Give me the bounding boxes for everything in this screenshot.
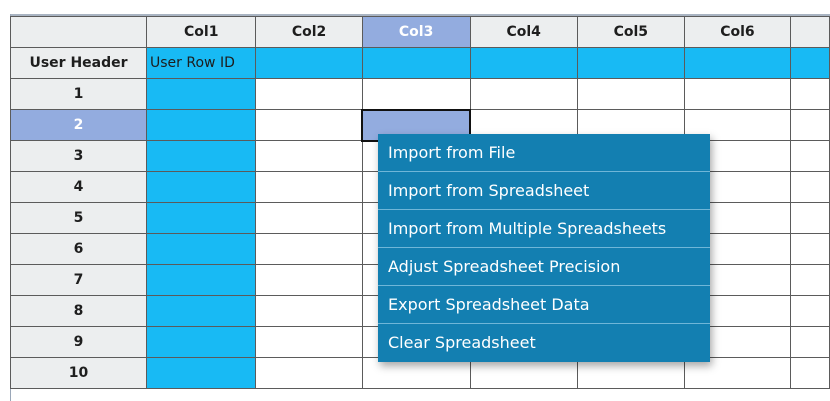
table-row: 1: [9, 78, 830, 110]
column-header-col7[interactable]: [789, 16, 830, 48]
row-header-3[interactable]: 3: [9, 140, 148, 172]
column-header-col6[interactable]: Col6: [683, 16, 791, 48]
row-header-1[interactable]: 1: [9, 78, 148, 110]
row-header-10[interactable]: 10: [9, 357, 148, 389]
window-top-border: [0, 0, 830, 17]
data-cell[interactable]: [683, 357, 791, 389]
id-cell[interactable]: [146, 295, 257, 327]
data-cell[interactable]: [255, 264, 363, 296]
data-cell[interactable]: [576, 78, 685, 110]
menu-item-export-spreadsheet-data[interactable]: Export Spreadsheet Data: [378, 286, 710, 324]
context-menu: Import from File Import from Spreadsheet…: [378, 134, 710, 362]
data-cell[interactable]: [789, 357, 830, 389]
data-cell[interactable]: [789, 78, 830, 110]
data-cell[interactable]: [789, 326, 830, 358]
data-cell[interactable]: [683, 78, 791, 110]
id-cell[interactable]: [146, 264, 257, 296]
data-cell[interactable]: [789, 140, 830, 172]
row-header-2[interactable]: 2: [9, 109, 148, 141]
user-row-id-cell[interactable]: User Row ID: [146, 47, 257, 79]
row-header-5[interactable]: 5: [9, 202, 148, 234]
data-cell[interactable]: [789, 202, 830, 234]
header-cell[interactable]: [255, 47, 363, 79]
column-header-col1[interactable]: Col1: [146, 16, 257, 48]
data-cell[interactable]: [255, 171, 363, 203]
row-header-9[interactable]: 9: [9, 326, 148, 358]
data-cell[interactable]: [361, 78, 471, 110]
menu-item-import-from-file[interactable]: Import from File: [378, 134, 710, 172]
row-header-7[interactable]: 7: [9, 264, 148, 296]
id-cell[interactable]: [146, 357, 257, 389]
header-cell[interactable]: [469, 47, 578, 79]
column-header-row: Col1 Col2 Col3 Col4 Col5 Col6: [9, 16, 830, 48]
data-cell[interactable]: [361, 357, 471, 389]
row-header-4[interactable]: 4: [9, 171, 148, 203]
column-header-col4[interactable]: Col4: [469, 16, 578, 48]
header-cell[interactable]: [576, 47, 685, 79]
data-cell[interactable]: [255, 140, 363, 172]
table-row: 10: [9, 357, 830, 389]
data-cell[interactable]: [255, 357, 363, 389]
data-cell[interactable]: [789, 295, 830, 327]
header-cell[interactable]: [361, 47, 471, 79]
id-cell[interactable]: [146, 140, 257, 172]
id-cell[interactable]: [146, 78, 257, 110]
id-cell[interactable]: [146, 233, 257, 265]
data-cell[interactable]: [469, 357, 578, 389]
data-cell[interactable]: [789, 171, 830, 203]
menu-item-adjust-spreadsheet-precision[interactable]: Adjust Spreadsheet Precision: [378, 248, 710, 286]
header-cell[interactable]: [683, 47, 791, 79]
menu-item-import-from-spreadsheet[interactable]: Import from Spreadsheet: [378, 172, 710, 210]
id-cell[interactable]: [146, 326, 257, 358]
data-cell[interactable]: [255, 295, 363, 327]
row-header-8[interactable]: 8: [9, 295, 148, 327]
data-cell[interactable]: [469, 78, 578, 110]
data-cell[interactable]: [255, 78, 363, 110]
corner-cell[interactable]: [9, 16, 148, 48]
column-header-col5[interactable]: Col5: [576, 16, 685, 48]
row-header-6[interactable]: 6: [9, 233, 148, 265]
data-cell[interactable]: [255, 233, 363, 265]
header-cell[interactable]: [789, 47, 830, 79]
data-cell[interactable]: [255, 202, 363, 234]
data-cell[interactable]: [576, 357, 685, 389]
user-header-row: User Header User Row ID: [9, 47, 830, 79]
id-cell[interactable]: [146, 202, 257, 234]
data-cell[interactable]: [255, 326, 363, 358]
column-header-col3[interactable]: Col3: [361, 16, 471, 48]
user-header-label[interactable]: User Header: [9, 47, 148, 79]
data-cell[interactable]: [789, 109, 830, 141]
data-cell[interactable]: [255, 109, 363, 141]
column-header-col2[interactable]: Col2: [255, 16, 363, 48]
menu-item-clear-spreadsheet[interactable]: Clear Spreadsheet: [378, 324, 710, 362]
menu-item-import-from-multiple-spreadsheets[interactable]: Import from Multiple Spreadsheets: [378, 210, 710, 248]
data-cell[interactable]: [789, 233, 830, 265]
id-cell[interactable]: [146, 109, 257, 141]
id-cell[interactable]: [146, 171, 257, 203]
data-cell[interactable]: [789, 264, 830, 296]
